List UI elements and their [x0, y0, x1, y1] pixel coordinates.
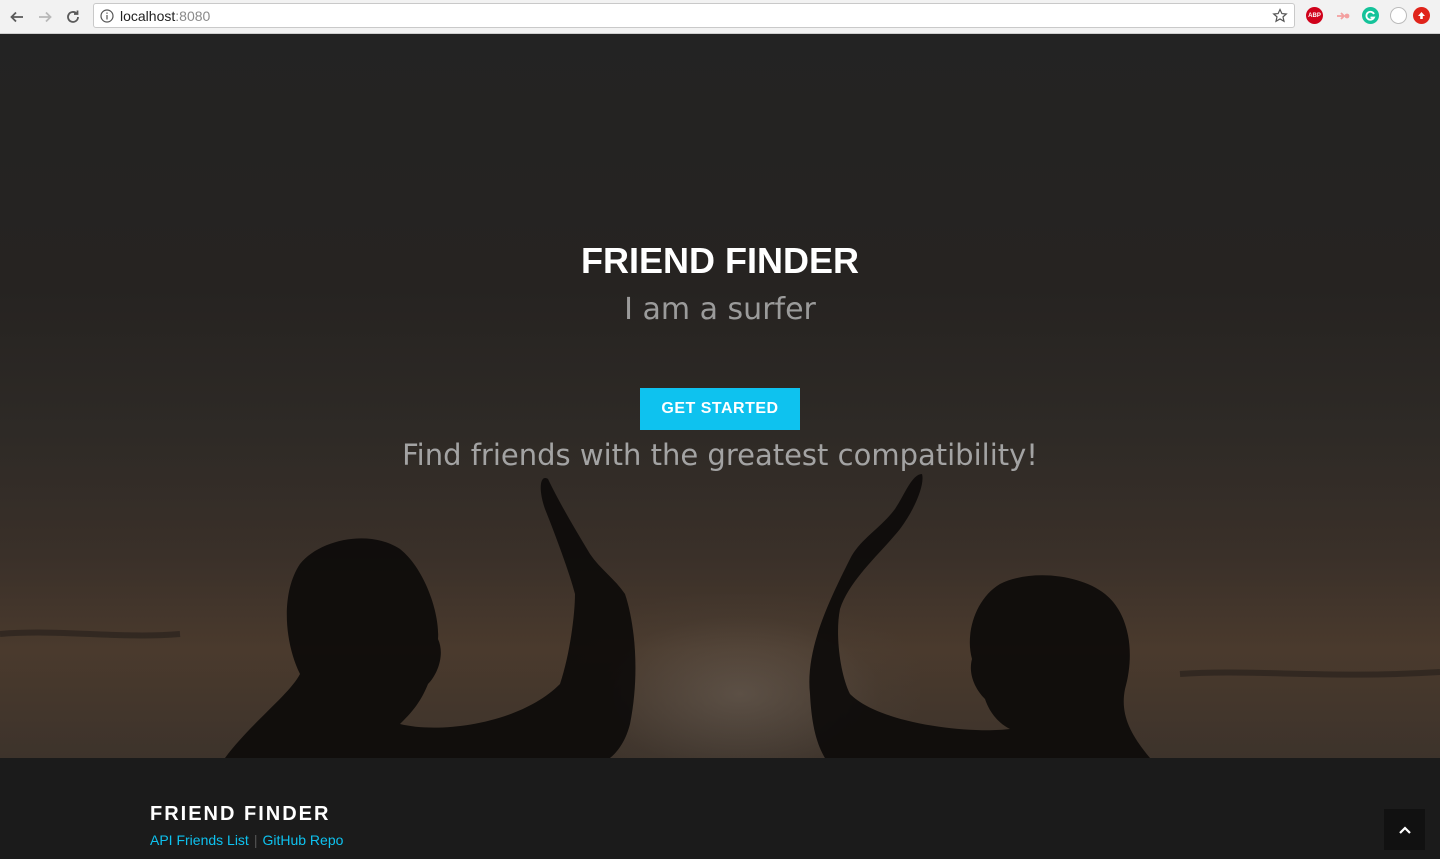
- arrow-right-icon: [39, 11, 52, 22]
- link-separator: |: [253, 832, 258, 848]
- adblock-plus-icon[interactable]: ABP: [1306, 7, 1323, 24]
- url-host: localhost: [120, 7, 176, 24]
- browser-toolbar: localhost:8080 ABP: [0, 0, 1440, 34]
- hero-tagline: Find friends with the greatest compatibi…: [402, 438, 1038, 472]
- footer: FRIEND FINDER API Friends List | GitHub Re…: [0, 758, 1440, 859]
- url-text[interactable]: localhost:8080: [120, 8, 210, 24]
- address-bar[interactable]: localhost:8080: [93, 3, 1295, 28]
- arrow-left-icon: [10, 11, 23, 22]
- share-icon[interactable]: [1334, 7, 1351, 24]
- forward-button[interactable]: [31, 3, 59, 31]
- grammarly-glyph-icon: [1365, 10, 1376, 21]
- page-title: FRIEND FINDER: [581, 240, 859, 281]
- abp-label: ABP: [1308, 12, 1321, 19]
- get-started-button[interactable]: GET STARTED: [640, 388, 800, 430]
- footer-brand: FRIEND FINDER: [150, 803, 331, 825]
- chevron-up-icon: [1398, 825, 1411, 834]
- reload-button[interactable]: [59, 3, 87, 31]
- bookmark-star-icon[interactable]: [1272, 8, 1288, 24]
- api-friends-list-link[interactable]: API Friends List: [150, 832, 249, 848]
- arrow-up-icon: [1418, 12, 1425, 19]
- hero-subtitle: I am a surfer: [624, 292, 816, 327]
- url-port: :8080: [175, 7, 211, 24]
- info-icon[interactable]: [100, 8, 114, 23]
- footer-links: API Friends List | GitHub Repo: [150, 832, 343, 848]
- upload-extension-icon[interactable]: [1413, 7, 1430, 24]
- grammarly-icon[interactable]: [1362, 7, 1379, 24]
- back-button[interactable]: [3, 3, 31, 31]
- share-glyph-icon: [1336, 11, 1349, 20]
- reload-icon: [67, 10, 79, 23]
- circle-extension-icon[interactable]: [1390, 7, 1407, 24]
- hero-section: FRIEND FINDER I am a surfer GET STARTED …: [0, 34, 1440, 758]
- scroll-to-top-button[interactable]: [1384, 809, 1425, 850]
- github-repo-link[interactable]: GitHub Repo: [262, 832, 343, 848]
